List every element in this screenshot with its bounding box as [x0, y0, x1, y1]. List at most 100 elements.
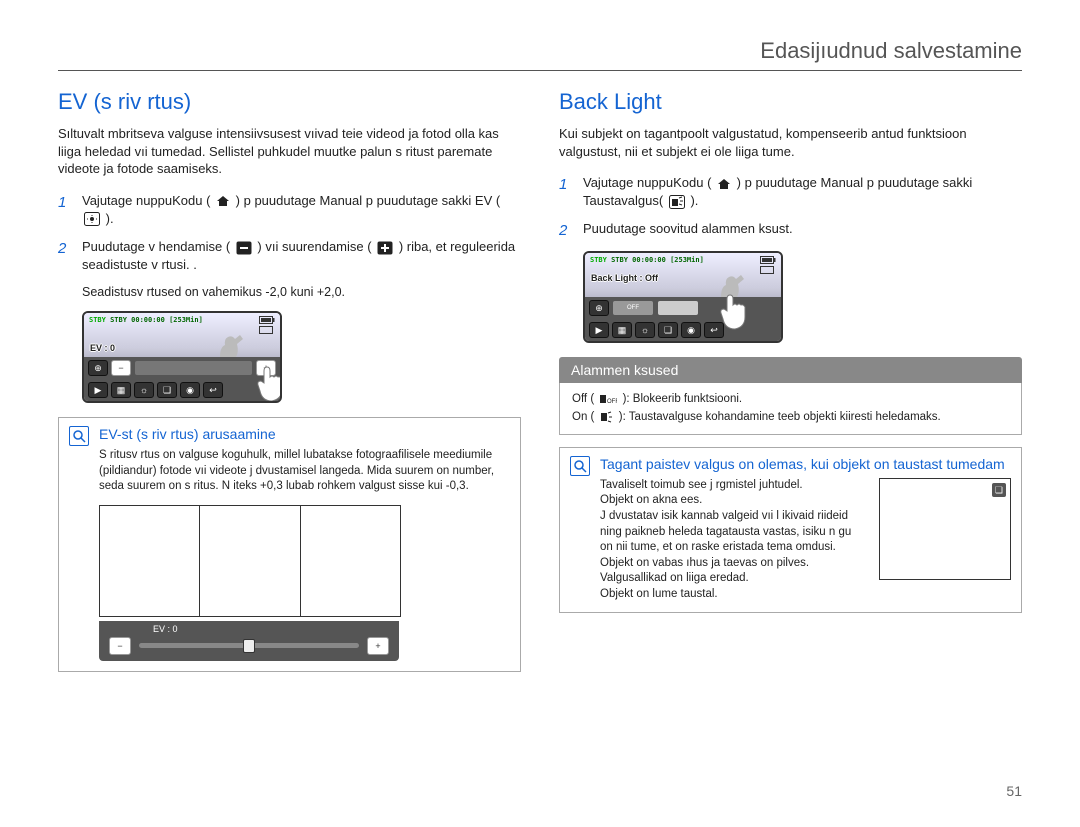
ev-info-block: EV-st (s riv rtus) arusaamine S ritusv r… — [58, 417, 521, 672]
step-text: ). — [690, 193, 698, 208]
ev-intro: Sıltuvalt mbritseva valguse intensiivsus… — [58, 125, 521, 178]
lcd-bottom: ⊕ OFF ▶ ▦ ☼ ❏ ◉ ↩ — [585, 297, 781, 341]
minus-button[interactable]: − — [109, 637, 131, 655]
focus-btn-icon: ◉ — [681, 322, 701, 338]
lcd: STBY STBY 00:00:00 [253Min] Back Light :… — [583, 251, 783, 343]
focus-btn-icon: ◉ — [180, 382, 200, 398]
zoom-btn-icon: ⊕ — [589, 300, 609, 316]
ev-strip-label: EV : 0 — [153, 623, 395, 635]
submenu-options-header: Alammen ksused — [559, 357, 1022, 383]
lcd-top: STBY STBY 00:00:00 [253Min] Back Light :… — [585, 253, 781, 297]
option-off-label: Off ( — [572, 393, 594, 405]
touch-hand-icon — [717, 293, 751, 333]
option-on-label: On ( — [572, 411, 594, 423]
backlight-icon — [669, 195, 685, 209]
section-title-ev: EV (s riv rtus) — [58, 89, 521, 115]
zoom-btn-icon: ⊕ — [88, 360, 108, 376]
backlight-step-1: 1 Vajutage nuppuKodu ( ) p puudutage Man… — [559, 174, 1022, 210]
plus-button[interactable]: + — [367, 637, 389, 655]
back-btn-icon: ↩ — [203, 382, 223, 398]
option-on-desc: ): Taustavalguse kohandamine teeb objekt… — [619, 411, 941, 423]
plus-btn-icon — [377, 241, 393, 255]
backlight-lcd-figure: STBY STBY 00:00:00 [253Min] Back Light :… — [583, 251, 1022, 343]
lcd-right-icons — [760, 256, 776, 274]
columns: EV (s riv rtus) Sıltuvalt mbritseva valg… — [58, 89, 1022, 684]
ev-step-1: 1 Vajutage nuppuKodu ( ) p puudutage Man… — [58, 192, 521, 228]
off-option-label: OFF — [627, 305, 639, 311]
ev-btn-icon: ☼ — [134, 382, 154, 398]
ev-strip: EV : 0 − + — [99, 621, 399, 661]
play-icon: ▶ — [589, 322, 609, 338]
battery-icon — [760, 256, 776, 264]
lcd: STBY STBY 00:00:00 [253Min] EV : 0 ⊕ — [82, 311, 282, 403]
header-rule — [58, 70, 1022, 71]
backlight-info-block: Tagant paistev valgus on olemas, kui obj… — [559, 447, 1022, 613]
backlight-off-icon: OFF — [599, 393, 617, 405]
backlight-steps: 1 Vajutage nuppuKodu ( ) p puudutage Man… — [559, 174, 1022, 241]
minus-button[interactable]: − — [111, 360, 131, 376]
ev-slider[interactable] — [134, 360, 253, 376]
step-text: ) vıi suurendamise ( — [257, 239, 371, 254]
magnify-icon — [570, 456, 590, 476]
ev-info-body: S ritusv rtus on valguse koguhulk, mille… — [99, 448, 510, 495]
bl-btn-icon: ❏ — [157, 382, 177, 398]
ev-info-illustration: EV : 0 − + — [99, 505, 510, 661]
step-number: 1 — [559, 174, 573, 210]
magnify-icon — [69, 426, 89, 446]
right-column: Back Light Kui subjekt on tagantpoolt va… — [559, 89, 1022, 684]
step-text: Vajutage nuppuKodu ( — [583, 175, 711, 190]
lcd-status-text: STBY 00:00:00 [253Min] — [110, 316, 203, 324]
silhouette-icon — [210, 327, 250, 357]
backlight-icon: ❏ — [992, 483, 1006, 497]
step-text: ). — [106, 211, 114, 226]
ev-range-note: Seadistusv rtused on vahemikus -2,0 kuni… — [82, 284, 521, 301]
backlight-info-title: Tagant paistev valgus on olemas, kui obj… — [600, 456, 1011, 472]
lcd-top: STBY STBY 00:00:00 [253Min] EV : 0 — [84, 313, 280, 357]
option-off-row: Off ( OFF ): Blokeerib funktsiooni. — [572, 391, 1009, 408]
submenu-options-body: Off ( OFF ): Blokeerib funktsiooni. On (… — [559, 383, 1022, 435]
ev-steps: 1 Vajutage nuppuKodu ( ) p puudutage Man… — [58, 192, 521, 275]
svg-text:OFF: OFF — [607, 399, 617, 405]
option-off-desc: ): Blokeerib funktsiooni. — [623, 393, 743, 405]
lcd-status-text: STBY 00:00:00 [253Min] — [611, 256, 704, 264]
left-column: EV (s riv rtus) Sıltuvalt mbritseva valg… — [58, 89, 521, 684]
page: Edasijıudnud salvestamine EV (s riv rtus… — [0, 0, 1080, 827]
step-body: Vajutage nuppuKodu ( ) p puudutage Manua… — [583, 174, 1022, 210]
ev-slider-handle[interactable] — [243, 639, 255, 653]
submenu-options: Alammen ksused Off ( OFF ): Blokeerib fu… — [559, 357, 1022, 435]
backlight-on-icon — [600, 411, 614, 423]
page-number: 51 — [1006, 783, 1022, 799]
step-number: 1 — [58, 192, 72, 228]
backlight-info-text: Tavaliselt toimub see j rgmistel juhtude… — [600, 478, 865, 602]
step-number: 2 — [58, 238, 72, 274]
backlight-overlay: Back Light : Off — [591, 273, 658, 283]
backlight-info-body: Tavaliselt toimub see j rgmistel juhtude… — [600, 478, 1011, 602]
play-icon: ▶ — [88, 382, 108, 398]
page-header-title: Edasijıudnud salvestamine — [58, 38, 1022, 64]
step-body: Vajutage nuppuKodu ( ) p puudutage Manua… — [82, 192, 521, 228]
backlight-intro: Kui subjekt on tagantpoolt valgustatud, … — [559, 125, 1022, 160]
touch-hand-icon — [254, 365, 282, 403]
on-option-button[interactable] — [657, 300, 699, 316]
step-text: Puudutage v hendamise ( — [82, 239, 230, 254]
option-on-row: On ( ): Taustavalguse kohandamine teeb o… — [572, 409, 1009, 426]
step-number: 2 — [559, 220, 573, 241]
ev-btn-icon: ☼ — [635, 322, 655, 338]
step-body: Puudutage soovitud alammen ksust. — [583, 220, 1022, 241]
ev-lcd-figure: STBY STBY 00:00:00 [253Min] EV : 0 ⊕ — [82, 311, 521, 403]
ev-step-2: 2 Puudutage v hendamise ( ) vıi suurenda… — [58, 238, 521, 274]
section-title-backlight: Back Light — [559, 89, 1022, 115]
backlight-step-2: 2 Puudutage soovitud alammen ksust. — [559, 220, 1022, 241]
lcd-status: STBY STBY 00:00:00 [253Min] — [590, 256, 704, 264]
ev-slider[interactable] — [139, 643, 359, 648]
lcd-right-icons — [259, 316, 275, 334]
card-icon — [259, 326, 275, 334]
step-body: Puudutage v hendamise ( ) vıi suurendami… — [82, 238, 521, 274]
lcd-status: STBY STBY 00:00:00 [253Min] — [89, 316, 203, 324]
bl-btn-icon: ❏ — [658, 322, 678, 338]
ev-info-title: EV-st (s riv rtus) arusaamine — [99, 426, 510, 442]
lcd-bottom: ⊕ − + ▶ ▦ ☼ ❏ ◉ ↩ — [84, 357, 280, 401]
off-option-button[interactable]: OFF — [612, 300, 654, 316]
card-icon — [760, 266, 776, 274]
home-icon — [717, 178, 731, 190]
